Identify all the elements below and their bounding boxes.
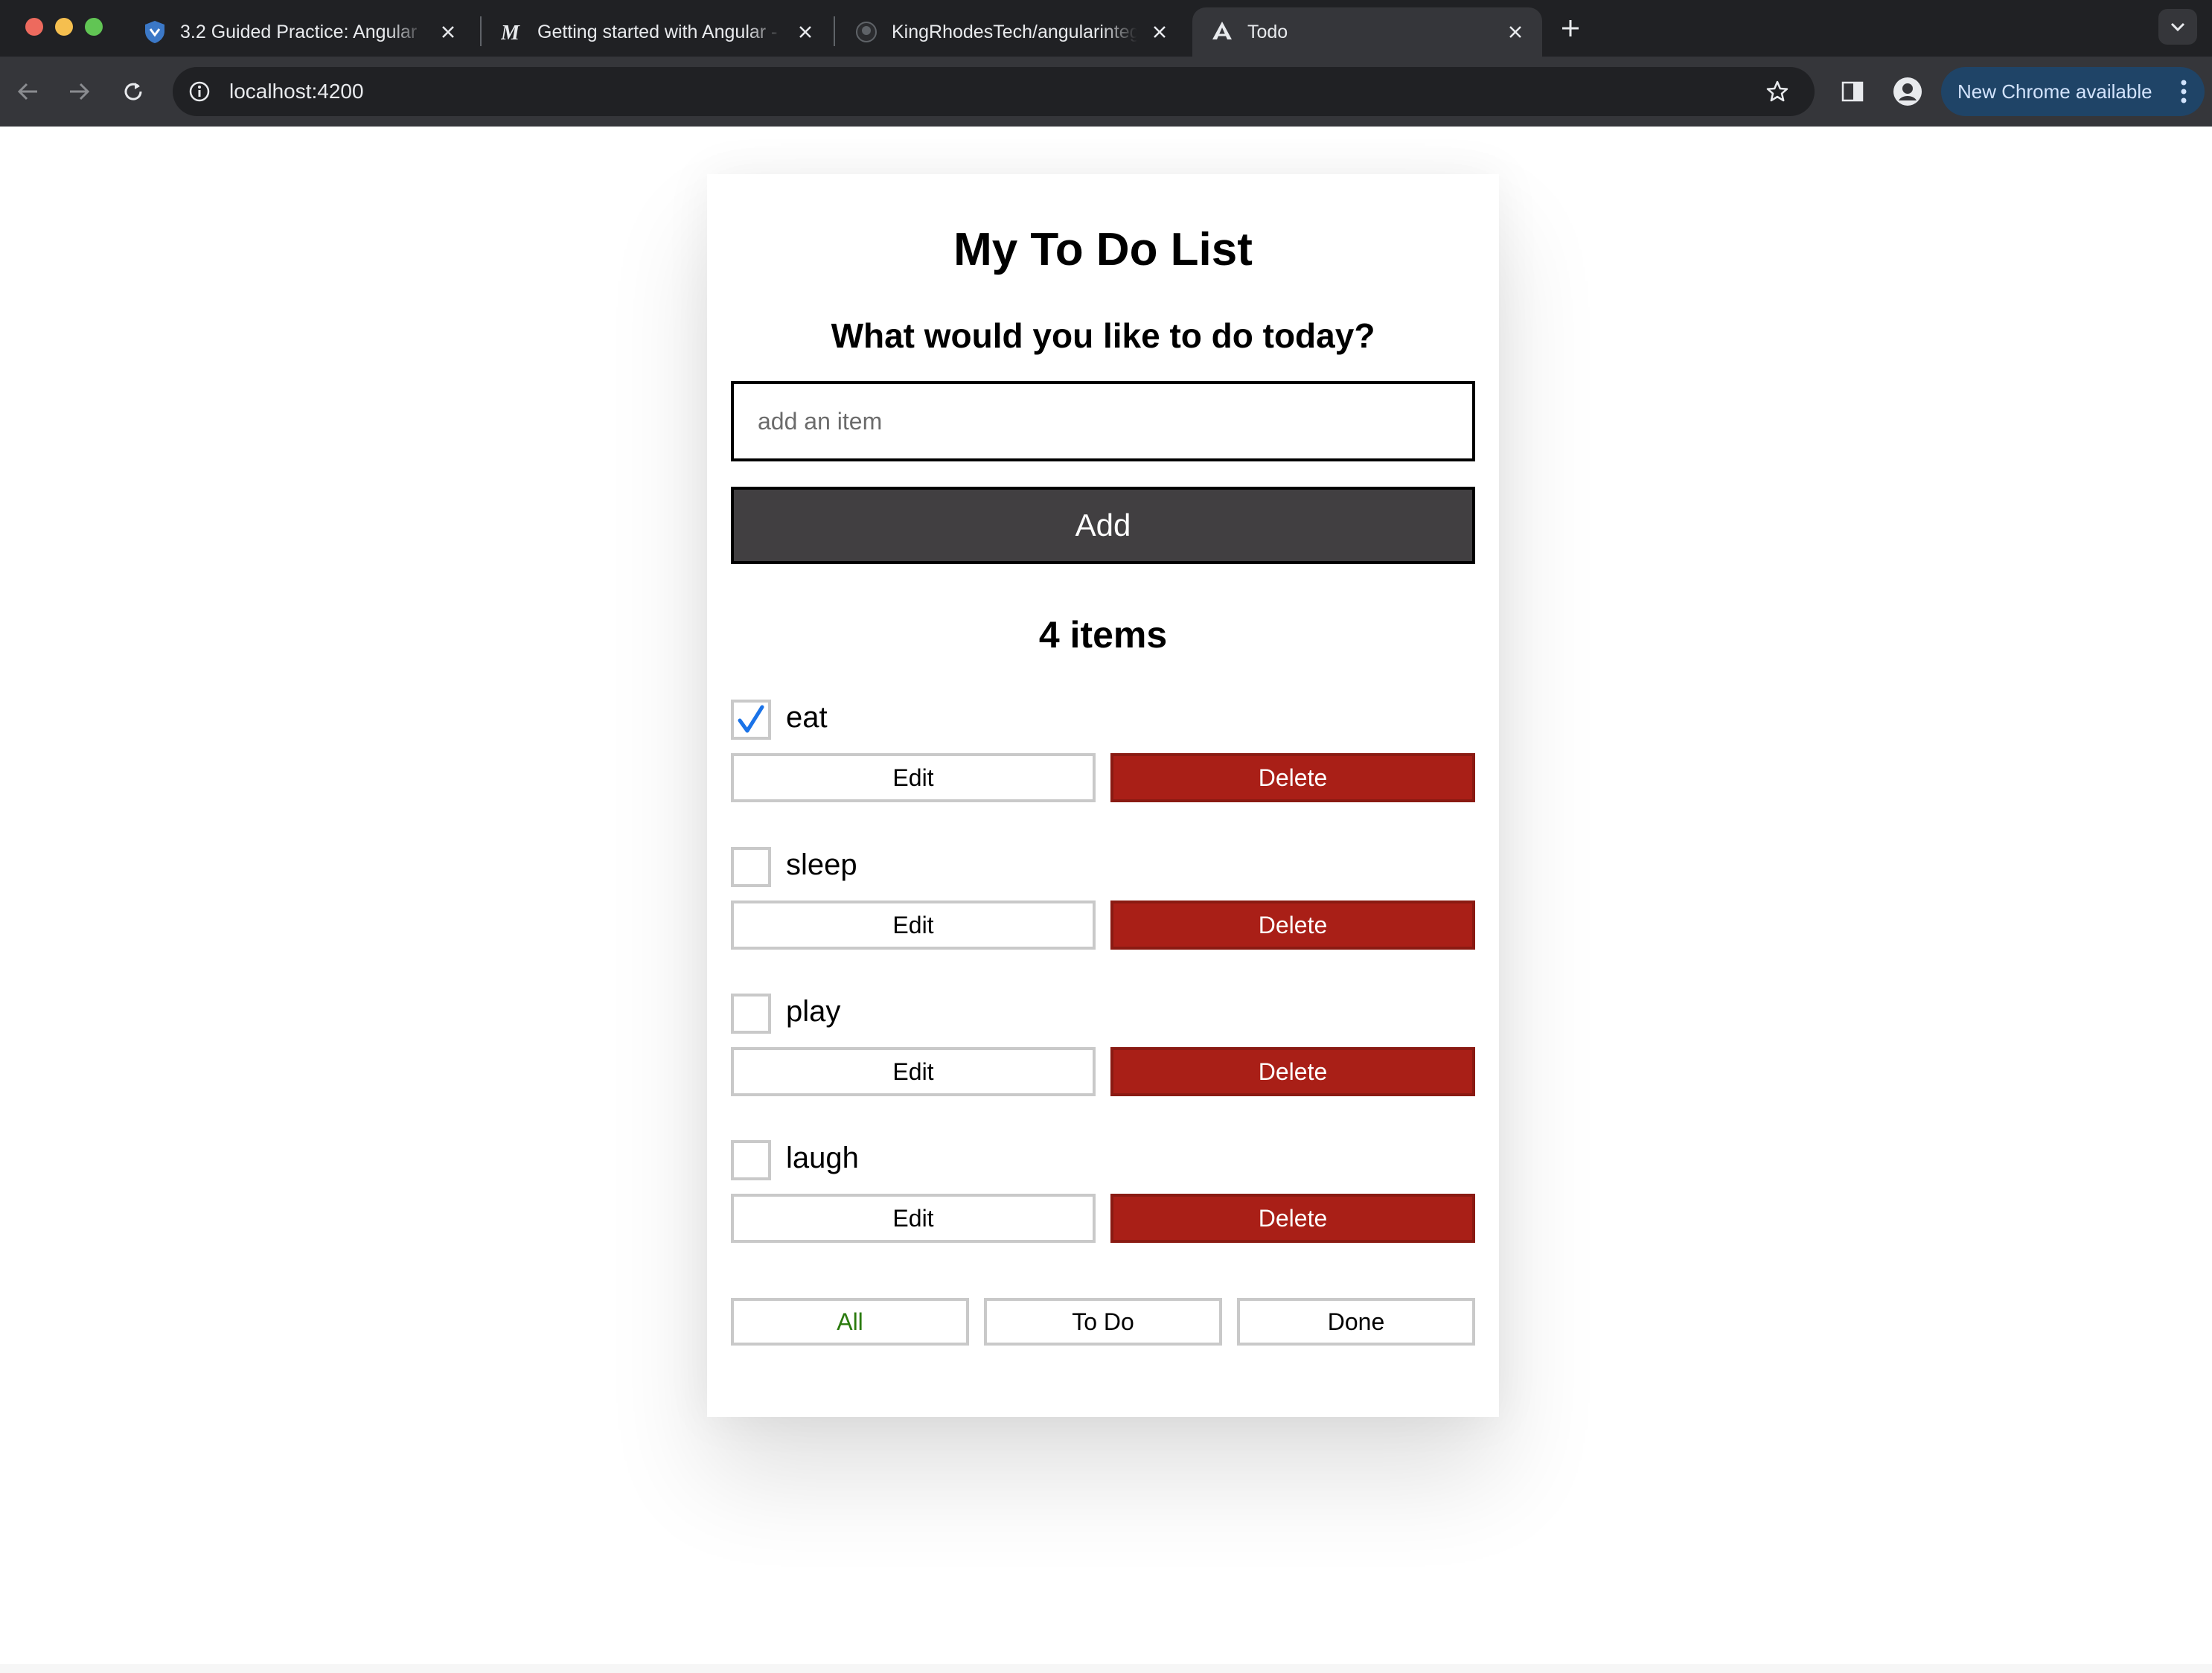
address-text: localhost:4200 xyxy=(229,80,364,103)
back-button[interactable] xyxy=(9,73,46,110)
browser-tab-github[interactable]: KingRhodesTech/angularintegration xyxy=(837,7,1186,57)
shield-icon xyxy=(143,20,167,44)
filter-done-button[interactable]: Done xyxy=(1237,1298,1475,1346)
todo-checkbox[interactable] xyxy=(731,847,771,887)
tab-search-button[interactable] xyxy=(2158,9,2197,45)
tab-title: KingRhodesTech/angularintegration xyxy=(892,21,1137,42)
filter-all-button[interactable]: All xyxy=(731,1298,969,1346)
forward-button[interactable] xyxy=(61,73,98,110)
tab-close-icon[interactable] xyxy=(435,19,461,45)
delete-button[interactable]: Delete xyxy=(1110,1194,1475,1243)
update-chip-label: New Chrome available xyxy=(1957,80,2152,103)
todo-label: play xyxy=(786,995,841,1028)
address-bar[interactable]: localhost:4200 xyxy=(173,67,1815,116)
browser-tab-strip: 3.2 Guided Practice: Angular M Getting s… xyxy=(0,0,2212,57)
item-count: 4 items xyxy=(1038,614,1168,656)
new-tab-button[interactable] xyxy=(1556,13,1585,43)
profile-avatar-icon[interactable] xyxy=(1889,73,1926,110)
todo-checkbox[interactable] xyxy=(731,1140,771,1180)
tab-close-icon[interactable] xyxy=(1502,19,1529,45)
tab-close-icon[interactable] xyxy=(792,19,819,45)
tab-close-icon[interactable] xyxy=(1146,19,1173,45)
browser-tab-guided-practice[interactable]: 3.2 Guided Practice: Angular xyxy=(125,7,475,57)
add-button[interactable]: Add xyxy=(731,487,1475,564)
edit-button[interactable]: Edit xyxy=(731,901,1096,950)
edit-button[interactable]: Edit xyxy=(731,1047,1096,1096)
angular-icon xyxy=(1210,20,1234,44)
tab-title: Getting started with Angular - Learn web… xyxy=(537,21,783,42)
todo-item: laugh Edit Delete xyxy=(731,1140,1475,1259)
todo-item: play Edit Delete xyxy=(731,994,1475,1113)
todo-label: eat xyxy=(786,701,828,734)
new-chrome-available-button[interactable]: New Chrome available xyxy=(1941,67,2205,116)
checkmark-icon xyxy=(738,705,764,733)
todo-item: eat Edit Delete xyxy=(731,700,1475,819)
edit-button[interactable]: Edit xyxy=(731,1194,1096,1243)
reload-button[interactable] xyxy=(115,73,152,110)
new-item-input[interactable] xyxy=(731,381,1475,461)
todo-checkbox[interactable] xyxy=(731,700,771,740)
edit-button[interactable]: Edit xyxy=(731,753,1096,802)
todo-app-card: My To Do List What would you like to do … xyxy=(707,174,1499,1417)
todo-checkbox[interactable] xyxy=(731,994,771,1034)
side-panel-icon[interactable] xyxy=(1834,73,1871,110)
page-subtitle: What would you like to do today? xyxy=(831,316,1375,355)
delete-button[interactable]: Delete xyxy=(1110,753,1475,802)
filter-todo-button[interactable]: To Do xyxy=(984,1298,1222,1346)
window-zoom-button[interactable] xyxy=(85,18,103,36)
tab-title: Todo xyxy=(1247,21,1288,42)
browser-tab-todo[interactable]: Todo xyxy=(1192,7,1542,57)
window-minimize-button[interactable] xyxy=(55,18,73,36)
browser-tab-mdn[interactable]: M Getting started with Angular - Learn w… xyxy=(482,7,832,57)
more-vert-icon[interactable] xyxy=(2176,77,2191,106)
window-close-button[interactable] xyxy=(25,18,43,36)
page-bottom-edge xyxy=(0,1664,2212,1673)
delete-button[interactable]: Delete xyxy=(1110,1047,1475,1096)
site-info-icon[interactable] xyxy=(185,77,214,106)
svg-text:M: M xyxy=(501,22,520,42)
github-icon xyxy=(854,20,878,44)
tab-divider xyxy=(480,16,482,46)
todo-label: laugh xyxy=(786,1142,859,1174)
todo-item: sleep Edit Delete xyxy=(731,847,1475,966)
browser-toolbar: localhost:4200 New Chrome available xyxy=(0,57,2212,127)
tab-divider xyxy=(834,16,835,46)
delete-button[interactable]: Delete xyxy=(1110,901,1475,950)
tab-title: 3.2 Guided Practice: Angular xyxy=(180,21,418,42)
mdn-icon: M xyxy=(500,20,524,44)
todo-label: sleep xyxy=(786,848,857,881)
bookmark-star-icon[interactable] xyxy=(1762,77,1792,106)
page-title: My To Do List xyxy=(953,224,1253,275)
